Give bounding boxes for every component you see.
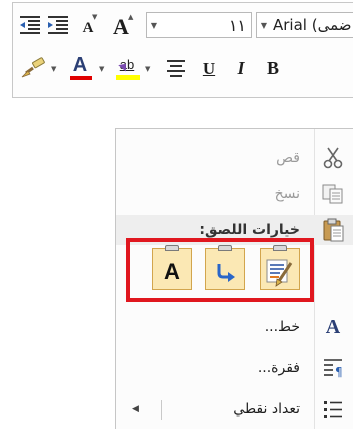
underline-icon: U [202, 58, 216, 78]
chevron-down-icon[interactable]: ▼ [257, 21, 271, 30]
split-divider [161, 400, 162, 420]
font-size-combo[interactable]: ▼ ١١ [146, 12, 252, 38]
caret-up-icon: ▲ [128, 13, 134, 21]
menu-item-label: خط... [264, 319, 300, 335]
format-painter-button[interactable] [19, 54, 47, 82]
clip-icon [165, 245, 179, 251]
menu-item-copy[interactable]: نسخ [116, 177, 353, 211]
center-align-icon [167, 60, 185, 77]
center-align-button[interactable] [162, 54, 190, 82]
format-painter-icon [21, 57, 45, 78]
highlight-swatch [116, 75, 140, 80]
text-only-icon: A [164, 259, 180, 284]
scissors-icon [319, 144, 347, 172]
clip-icon [218, 245, 232, 251]
caret-down-icon[interactable]: ▼ [51, 65, 56, 73]
increase-indent-button[interactable] [44, 11, 72, 39]
bullets-icon [319, 395, 347, 423]
decrease-indent-button[interactable] [16, 11, 44, 39]
paragraph-icon: ¶ [319, 354, 347, 382]
font-color-icon: A [72, 54, 88, 76]
font-name-combo[interactable]: ▼ Arial (ضمى [256, 12, 353, 38]
keep-source-formatting-icon [266, 259, 293, 287]
caret-down-icon[interactable]: ▼ [145, 65, 150, 73]
chevron-down-icon[interactable]: ▼ [147, 21, 161, 30]
merge-arrow-icon [217, 263, 235, 282]
menu-item-label: فقرة... [257, 360, 300, 376]
menu-item-label: نسخ [274, 186, 300, 202]
font-color-swatch [70, 76, 92, 80]
shrink-font-icon: A [82, 19, 94, 36]
submenu-arrow-icon[interactable]: ◀ [132, 404, 139, 414]
font-size-value: ١١ [228, 15, 246, 35]
mini-toolbar: A ▼ A ▲ ▼ ١١ ▼ Arial (ضمى ▼ A ▼ ab ▼ U I… [12, 2, 353, 98]
italic-icon: I [237, 58, 245, 78]
caret-down-icon[interactable]: ▼ [99, 65, 104, 73]
bold-button[interactable]: B [259, 54, 287, 82]
highlight-button[interactable]: ab [113, 54, 141, 82]
shrink-font-button[interactable]: A ▼ [74, 11, 102, 39]
toolbar-row-bottom: ▼ A ▼ ab ▼ U I B [13, 51, 353, 85]
clip-icon [273, 245, 287, 251]
font-icon: A [319, 313, 347, 341]
bold-icon: B [266, 58, 279, 78]
paste-option-keep-text-only[interactable]: A [152, 245, 192, 290]
menu-item-font[interactable]: خط... A [116, 310, 353, 344]
decrease-indent-icon [20, 16, 40, 34]
menu-item-paragraph[interactable]: فقرة... ¶ [116, 351, 353, 385]
clipboard-icon [319, 216, 347, 244]
font-name-value: Arial (ضمى [273, 16, 352, 34]
grow-font-button[interactable]: A ▲ [107, 11, 135, 39]
font-glyph: A [325, 315, 341, 338]
toolbar-row-top: A ▼ A ▲ ▼ ١١ ▼ Arial (ضمى [13, 8, 353, 42]
increase-indent-icon [48, 16, 68, 34]
italic-button[interactable]: I [227, 54, 255, 82]
paste-option-merge-formatting[interactable] [205, 245, 245, 290]
paste-option-keep-source-formatting[interactable] [260, 245, 300, 290]
paste-options-label: خيارات اللصق: [199, 222, 300, 238]
font-color-button[interactable]: A [66, 54, 94, 82]
copy-icon [319, 180, 347, 208]
menu-item-cut[interactable]: قص [116, 141, 353, 175]
caret-down-icon: ▼ [92, 13, 98, 21]
underline-button[interactable]: U [195, 54, 223, 82]
grow-font-icon: A [113, 13, 129, 39]
menu-item-label: تعداد نقطي [233, 401, 300, 417]
menu-item-bullets[interactable]: تعداد نقطي ◀ [116, 392, 353, 426]
menu-item-label: قص [276, 150, 300, 166]
svg-text:¶: ¶ [335, 365, 343, 378]
